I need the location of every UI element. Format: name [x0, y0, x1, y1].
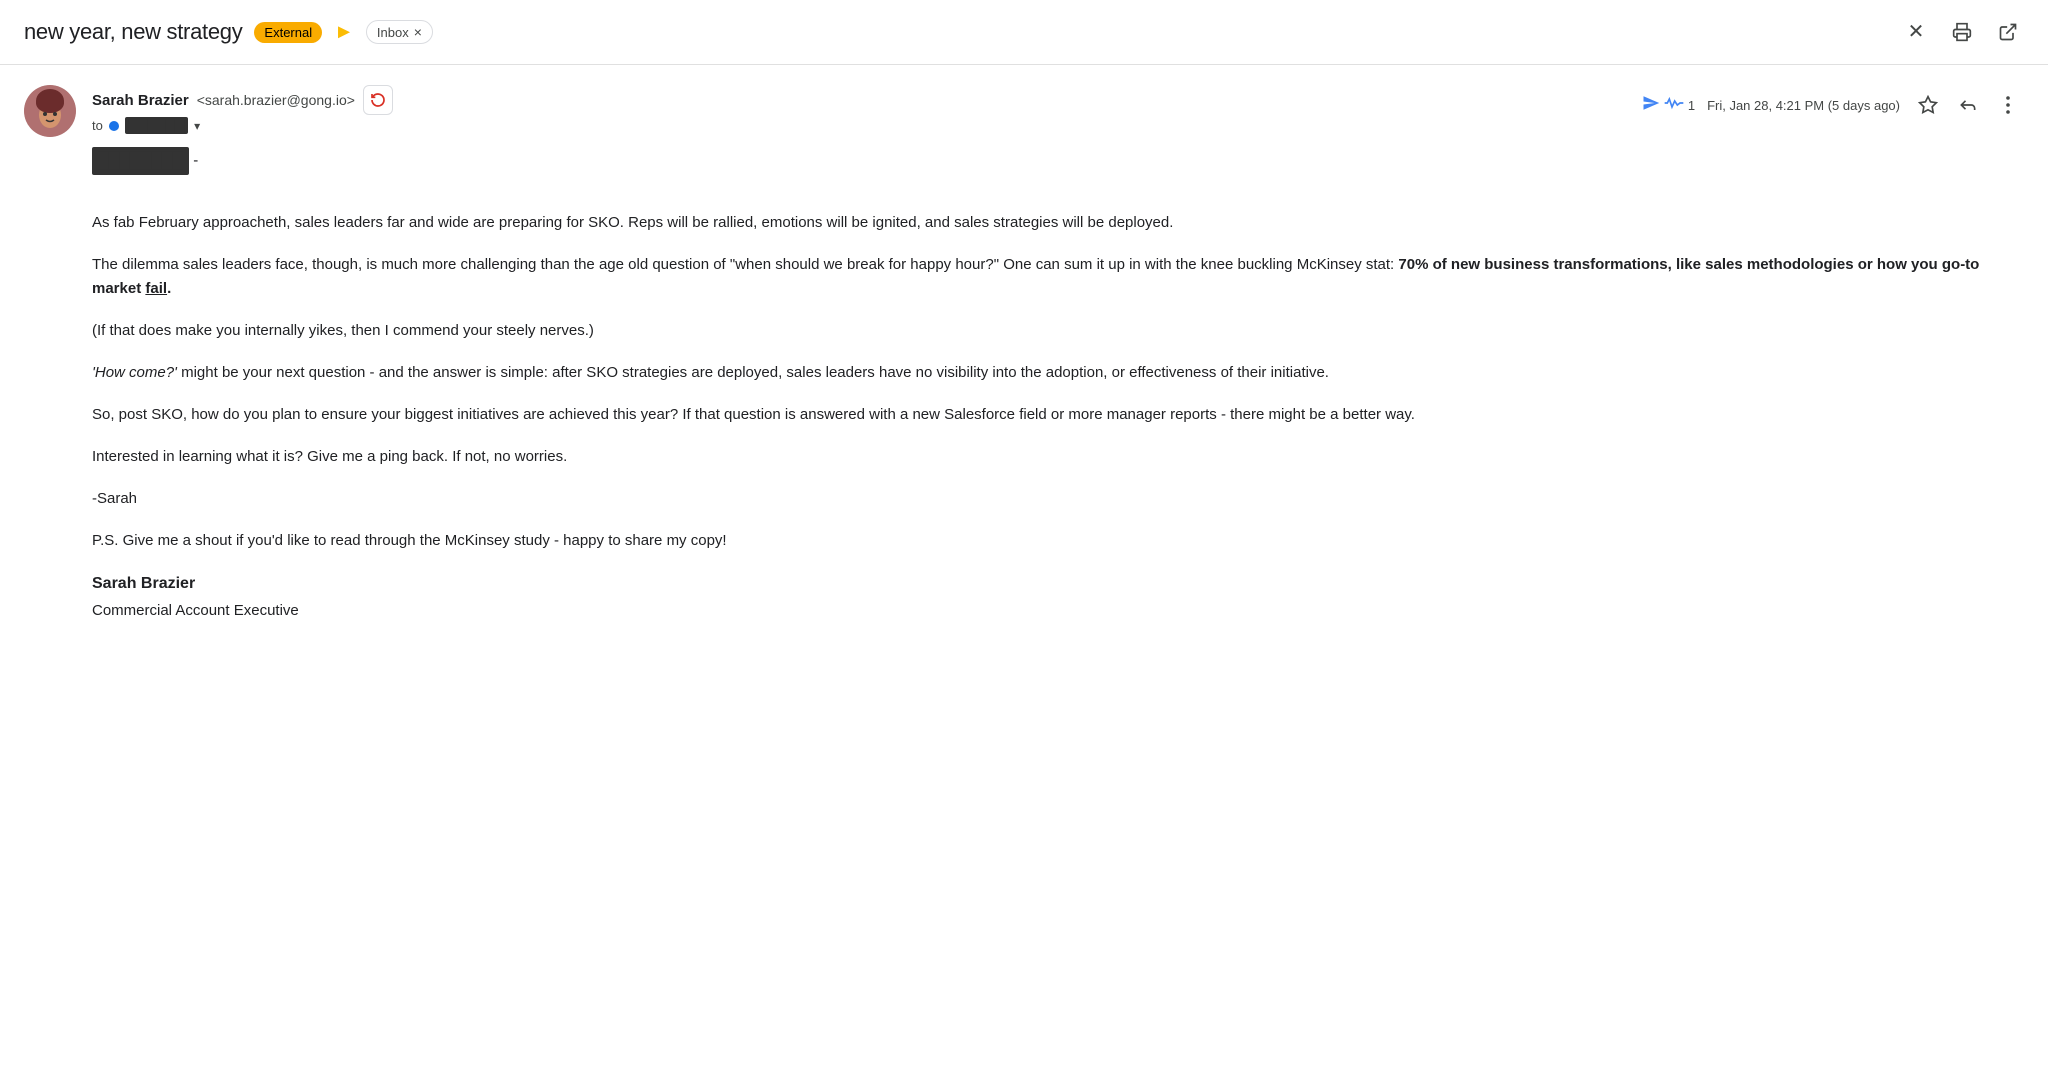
email-header: new year, new strategy External ► Inbox … [0, 0, 2048, 65]
reply-button[interactable] [1952, 89, 1984, 121]
paragraph-4: 'How come?' might be your next question … [92, 361, 2024, 385]
inbox-close-icon[interactable]: × [414, 24, 422, 40]
sender-email: <sarah.brazier@gong.io> [197, 92, 355, 108]
signature-name: Sarah Brazier [92, 571, 2024, 597]
inbox-label: Inbox [377, 25, 409, 40]
sender-avatar [24, 85, 76, 137]
signature-title: Commercial Account Executive [92, 599, 2024, 623]
gong-count: 1 [1688, 98, 1695, 113]
expand-recipients-icon[interactable]: ▾ [194, 119, 200, 133]
email-subject: new year, new strategy [24, 19, 242, 45]
inbox-badge[interactable]: Inbox × [366, 20, 433, 44]
paragraph-3: (If that does make you internally yikes,… [92, 319, 2024, 343]
popout-button[interactable] [1992, 16, 2024, 48]
recipient-status-dot [109, 121, 119, 131]
paragraph-2-pre: The dilemma sales leaders face, though, … [92, 256, 1398, 273]
activity-icon [1664, 96, 1684, 115]
redacted-greeting-line: ████████ - [92, 147, 2024, 195]
greeting-separator: - [193, 152, 198, 169]
email-date: Fri, Jan 28, 4:21 PM (5 days ago) [1707, 98, 1900, 113]
close-button[interactable]: ✕ [1900, 16, 1932, 48]
paragraph-1: As fab February approacheth, sales leade… [92, 211, 2024, 235]
sender-name: Sarah Brazier [92, 92, 189, 109]
meta-right: 1 Fri, Jan 28, 4:21 PM (5 days ago) [1642, 89, 2024, 121]
signature-block: Sarah Brazier Commercial Account Executi… [92, 571, 2024, 623]
external-badge: External [254, 22, 322, 43]
redacted-greeting: ████████ [92, 147, 189, 175]
star-button[interactable] [1912, 89, 1944, 121]
header-actions: ✕ [1900, 16, 2024, 48]
more-options-button[interactable] [1992, 89, 2024, 121]
print-button[interactable] [1946, 16, 1978, 48]
sender-info: Sarah Brazier <sarah.brazier@gong.io> to… [92, 85, 1626, 134]
signature-closing: -Sarah [92, 487, 2024, 511]
add-to-contacts-icon[interactable] [363, 85, 393, 115]
paragraph-6: Interested in learning what it is? Give … [92, 445, 2024, 469]
ps-line: P.S. Give me a shout if you'd like to re… [92, 529, 2024, 553]
paragraph-2-bold-underline: fail [145, 280, 167, 297]
paragraph-5: So, post SKO, how do you plan to ensure … [92, 403, 2024, 427]
email-window: new year, new strategy External ► Inbox … [0, 0, 2048, 1087]
email-meta: Sarah Brazier <sarah.brazier@gong.io> to… [0, 65, 2048, 147]
to-row: to ██████ ▾ [92, 117, 1626, 134]
paragraph-4-rest: might be your next question - and the an… [177, 364, 1329, 381]
email-body: ████████ - As fab February approacheth, … [0, 147, 2048, 647]
recipient-name: ██████ [125, 117, 188, 134]
paragraph-4-italic: 'How come?' [92, 364, 177, 381]
sender-name-row: Sarah Brazier <sarah.brazier@gong.io> [92, 85, 1626, 115]
tracking-badge: 1 [1642, 94, 1695, 117]
arrow-icon: ► [334, 22, 354, 42]
to-label: to [92, 118, 103, 133]
meta-action-icons [1912, 89, 2024, 121]
send-icon [1642, 94, 1660, 117]
paragraph-2: The dilemma sales leaders face, though, … [92, 253, 2024, 301]
paragraph-2-end: . [167, 280, 171, 297]
